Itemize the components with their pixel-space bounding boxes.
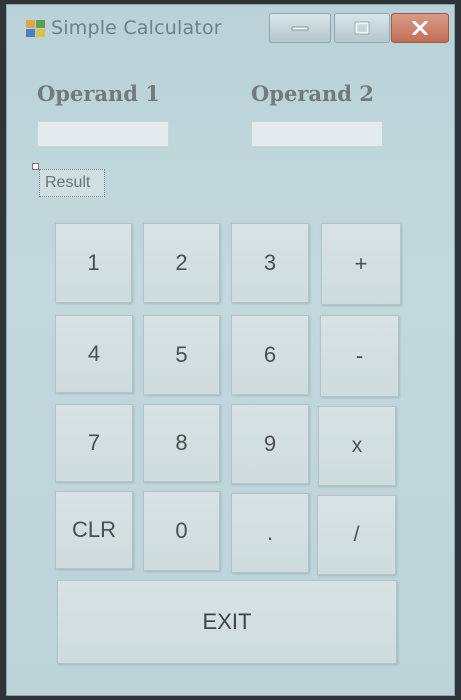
key-3[interactable]: 3 [231,223,309,303]
minimize-button[interactable] [269,13,331,43]
close-button[interactable] [391,13,449,43]
key-4[interactable]: 4 [55,315,133,393]
key-multiply[interactable]: x [318,406,396,486]
title-bar[interactable]: Simple Calculator [7,5,454,49]
key-7[interactable]: 7 [55,404,133,482]
key-5[interactable]: 5 [143,315,220,395]
key-0[interactable]: 0 [143,491,220,571]
key-9[interactable]: 9 [231,404,309,484]
maximize-icon [354,21,370,35]
operand2-input[interactable] [251,121,383,147]
key-6[interactable]: 6 [231,315,309,395]
exit-button[interactable]: EXIT [57,580,397,664]
app-icon [25,19,47,39]
key-minus[interactable]: - [320,315,399,397]
result-label: Result [39,169,105,197]
minimize-icon [291,26,309,31]
close-icon [412,21,428,35]
key-1[interactable]: 1 [55,223,132,303]
key-divide[interactable]: / [317,495,396,575]
operand2-label: Operand 2 [251,81,374,106]
operand1-input[interactable] [37,121,169,147]
key-8[interactable]: 8 [143,404,220,482]
maximize-button[interactable] [334,13,390,43]
key-clear[interactable]: CLR [55,491,133,569]
operand1-label: Operand 1 [37,81,160,106]
window-title: Simple Calculator [51,17,222,39]
key-plus[interactable]: + [321,223,401,305]
key-decimal[interactable]: . [231,493,309,573]
key-2[interactable]: 2 [143,223,220,303]
selection-handle [32,163,39,170]
calculator-window: Simple Calculator Operand 1 Operand 2 Re… [6,4,455,696]
